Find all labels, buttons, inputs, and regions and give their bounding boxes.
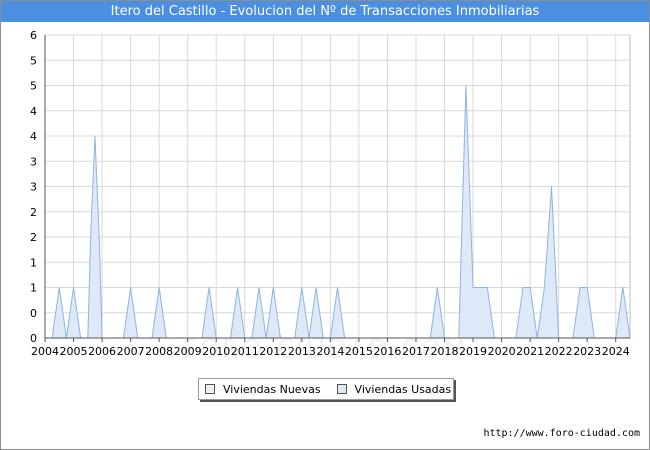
x-tick-label: 2006 <box>88 345 116 358</box>
x-tick-label: 2021 <box>516 345 544 358</box>
x-tick-label: 2014 <box>316 345 344 358</box>
y-tick-label: 5 <box>30 54 37 67</box>
source-url: http://www.foro-ciudad.com <box>483 428 640 439</box>
x-tick-label: 2017 <box>402 345 430 358</box>
y-tick-label: 5 <box>30 80 37 93</box>
y-tick-label: 1 <box>30 256 37 269</box>
y-tick-label: 4 <box>30 130 37 143</box>
x-tick-label: 2007 <box>117 345 145 358</box>
x-tick-label: 2024 <box>602 345 630 358</box>
legend-label-usadas: Viviendas Usadas <box>354 382 452 396</box>
y-tick-label: 2 <box>30 206 37 219</box>
legend-swatch-usadas <box>336 384 347 394</box>
x-tick-label: 2023 <box>573 345 601 358</box>
x-tick-label: 2005 <box>60 345 88 358</box>
y-tick-label: 3 <box>30 181 37 194</box>
x-tick-label: 2013 <box>288 345 316 358</box>
x-tick-label: 2008 <box>145 345 173 358</box>
chart-legend: Viviendas Nuevas Viviendas Usadas <box>198 378 454 400</box>
x-tick-label: 2018 <box>431 345 459 358</box>
x-tick-label: 2011 <box>231 345 259 358</box>
x-tick-label: 2012 <box>259 345 287 358</box>
y-tick-label: 0 <box>30 307 37 320</box>
y-tick-label: 0 <box>30 332 37 345</box>
legend-label-nuevas: Viviendas Nuevas <box>223 382 321 396</box>
x-tick-label: 2020 <box>488 345 516 358</box>
x-tick-label: 2010 <box>202 345 230 358</box>
x-tick-label: 2004 <box>31 345 59 358</box>
y-tick-label: 6 <box>30 29 37 42</box>
legend-swatch-nuevas <box>205 384 215 394</box>
x-tick-label: 2016 <box>373 345 401 358</box>
y-tick-label: 1 <box>30 282 37 295</box>
x-tick-label: 2022 <box>545 345 573 358</box>
legend-item-usadas: Viviendas Usadas <box>336 382 452 396</box>
legend-item-nuevas: Viviendas Nuevas <box>205 383 321 396</box>
x-tick-label: 2019 <box>459 345 487 358</box>
x-tick-label: 2015 <box>345 345 373 358</box>
y-tick-label: 2 <box>30 231 37 244</box>
x-tick-label: 2009 <box>174 345 202 358</box>
y-tick-label: 3 <box>30 155 37 168</box>
y-tick-label: 4 <box>30 105 37 118</box>
